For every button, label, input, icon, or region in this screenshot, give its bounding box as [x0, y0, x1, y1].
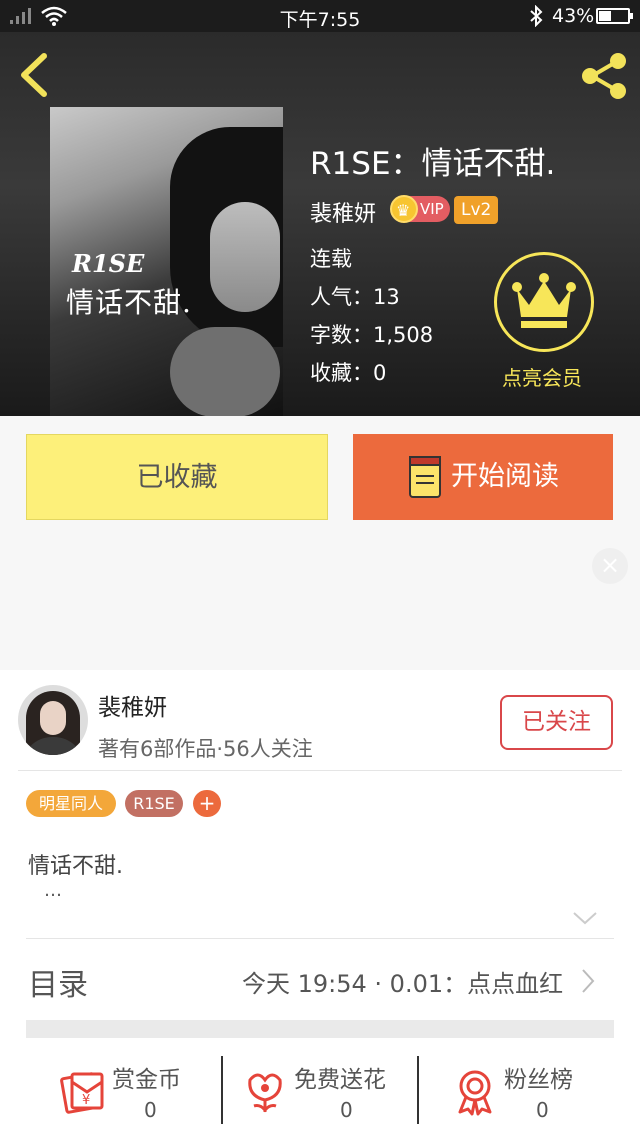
free-flower-count: 0: [340, 1098, 353, 1122]
book-icon: [409, 456, 441, 498]
book-cover[interactable]: R1SE 情话不甜.: [50, 107, 283, 416]
toc-latest-chapter[interactable]: 今天 19:54 · 0.01：点点血红: [242, 964, 563, 999]
back-button[interactable]: [14, 52, 54, 98]
book-author[interactable]: 裴稚妍: [310, 196, 376, 228]
chevron-down-icon[interactable]: [572, 910, 598, 926]
avatar[interactable]: [18, 685, 88, 755]
collected-button[interactable]: 已收藏: [26, 434, 328, 520]
fan-ranking-label: 粉丝榜: [504, 1067, 573, 1093]
svg-text:¥: ¥: [82, 1093, 90, 1108]
cover-subtitle: 情话不甜.: [66, 286, 192, 319]
author-stats: 著有6部作品·56人关注: [98, 737, 313, 761]
member-label[interactable]: 点亮会员: [502, 362, 582, 391]
avatar-face: [40, 701, 66, 735]
vip-badge: VIP: [390, 195, 450, 224]
follow-button[interactable]: 已关注: [500, 695, 613, 750]
book-intro: 情话不甜.: [28, 854, 123, 879]
divider: [221, 1056, 223, 1124]
divider: [417, 1056, 419, 1124]
battery-percent: 43%: [552, 5, 595, 27]
status-bar: 下午7:55 43%: [0, 0, 640, 32]
crown-icon: [512, 273, 576, 328]
cover-art-blur: [170, 327, 280, 416]
bluetooth-icon: [530, 5, 543, 27]
book-popularity: 人气：13: [310, 285, 400, 309]
book-word-count: 字数：1,508: [310, 323, 434, 347]
tag-r1se[interactable]: R1SE: [125, 790, 183, 817]
member-button[interactable]: [494, 252, 594, 352]
book-favorites: 收藏：0: [310, 361, 387, 385]
section-separator: [26, 1020, 614, 1038]
reward-coins-label: 赏金币: [112, 1067, 181, 1093]
level-badge: Lv2: [454, 196, 499, 224]
start-reading-label: 开始阅读: [451, 461, 559, 492]
flower-icon: [248, 1073, 282, 1113]
divider: [18, 770, 622, 771]
medal-icon: [458, 1070, 492, 1116]
free-flower-button[interactable]: 免费送花 0: [240, 1056, 410, 1126]
close-icon[interactable]: ×: [592, 548, 628, 584]
reward-coins-count: 0: [144, 1098, 157, 1122]
fan-ranking-button[interactable]: 粉丝榜 0: [450, 1056, 590, 1126]
chevron-right-icon[interactable]: [580, 968, 596, 994]
share-icon[interactable]: [578, 50, 630, 102]
status-time: 下午7:55: [279, 9, 361, 31]
battery-icon: [596, 8, 633, 24]
fan-ranking-count: 0: [536, 1098, 549, 1122]
start-reading-button[interactable]: 开始阅读: [353, 434, 613, 520]
book-intro-ellipsis: …: [44, 880, 62, 901]
red-envelope-icon: ¥: [60, 1072, 104, 1114]
vip-crown-icon: [390, 195, 418, 224]
divider: [26, 938, 614, 939]
cover-title: R1SE: [72, 249, 145, 278]
cover-art-face: [210, 202, 280, 312]
tag-celebrity-fanfic[interactable]: 明星同人: [26, 790, 116, 817]
author-card-name[interactable]: 裴稚妍: [98, 688, 167, 722]
vip-label: VIP: [420, 200, 444, 218]
free-flower-label: 免费送花: [294, 1067, 386, 1093]
toc-label[interactable]: 目录: [28, 960, 88, 1004]
book-title: R1SE：情话不甜.: [310, 146, 556, 182]
book-status: 连载: [310, 247, 352, 271]
reward-coins-button[interactable]: ¥ 赏金币 0: [58, 1056, 208, 1126]
add-tag-button[interactable]: +: [193, 790, 221, 817]
